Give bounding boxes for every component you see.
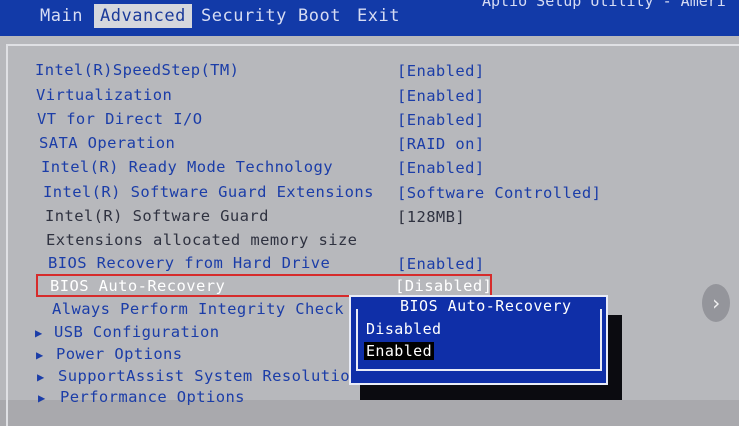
setting-ready-mode-value[interactable]: [Enabled] bbox=[397, 159, 485, 177]
setting-bios-auto-recovery-value[interactable]: [Disabled] bbox=[395, 277, 492, 295]
submenu-supportassist[interactable]: SupportAssist System Resolution bbox=[58, 367, 360, 385]
setting-vt-direct-io-value[interactable]: [Enabled] bbox=[397, 111, 485, 129]
setting-sata-value[interactable]: [RAID on] bbox=[397, 135, 485, 153]
submenu-usb-configuration[interactable]: USB Configuration bbox=[54, 323, 219, 341]
popup-shadow bbox=[360, 383, 622, 400]
setting-sgx-label[interactable]: Intel(R) Software Guard Extensions bbox=[43, 183, 374, 201]
setting-speedstep-label[interactable]: Intel(R)SpeedStep(TM) bbox=[35, 61, 239, 79]
setting-virtualization-value[interactable]: [Enabled] bbox=[397, 87, 485, 105]
setting-bios-recovery-label[interactable]: BIOS Recovery from Hard Drive bbox=[48, 254, 330, 272]
submenu-power-options[interactable]: Power Options bbox=[56, 345, 183, 363]
tab-exit[interactable]: Exit bbox=[357, 6, 400, 26]
submenu-performance-options[interactable]: Performance Options bbox=[60, 388, 245, 406]
setting-sgx-memory-value: [128MB] bbox=[397, 208, 466, 226]
utility-title: Aptio Setup Utility - Ameri bbox=[482, 0, 726, 10]
setting-ready-mode-label[interactable]: Intel(R) Ready Mode Technology bbox=[41, 158, 333, 176]
setting-vt-direct-io-label[interactable]: VT for Direct I/O bbox=[37, 110, 202, 128]
popup-title: BIOS Auto-Recovery bbox=[400, 297, 572, 315]
tab-advanced[interactable]: Advanced bbox=[94, 4, 192, 28]
setting-virtualization-label[interactable]: Virtualization bbox=[36, 86, 172, 104]
setting-sata-label[interactable]: SATA Operation bbox=[39, 134, 175, 152]
setting-sgx-memory-label-cont: Extensions allocated memory size bbox=[46, 231, 358, 249]
popup-option-disabled[interactable]: Disabled bbox=[366, 320, 441, 338]
tab-security[interactable]: Security bbox=[201, 6, 287, 26]
submenu-arrow-icon: ▶ bbox=[38, 391, 46, 405]
setting-integrity-check-label[interactable]: Always Perform Integrity Check bbox=[52, 300, 344, 318]
submenu-arrow-icon: ▶ bbox=[35, 326, 43, 340]
setting-speedstep-value[interactable]: [Enabled] bbox=[397, 62, 485, 80]
submenu-arrow-icon: ▶ bbox=[36, 348, 44, 362]
setting-sgx-memory-label: Intel(R) Software Guard bbox=[45, 207, 269, 225]
chevron-right-icon[interactable]: › bbox=[702, 284, 730, 322]
setting-bios-auto-recovery-label[interactable]: BIOS Auto-Recovery bbox=[50, 277, 225, 295]
popup-frame bbox=[356, 309, 602, 371]
setting-bios-recovery-value[interactable]: [Enabled] bbox=[397, 255, 485, 273]
setting-sgx-value[interactable]: [Software Controlled] bbox=[397, 184, 601, 202]
tab-main[interactable]: Main bbox=[40, 6, 83, 26]
submenu-arrow-icon: ▶ bbox=[37, 370, 45, 384]
popup-option-enabled[interactable]: Enabled bbox=[364, 342, 435, 360]
tab-boot[interactable]: Boot bbox=[298, 6, 341, 26]
